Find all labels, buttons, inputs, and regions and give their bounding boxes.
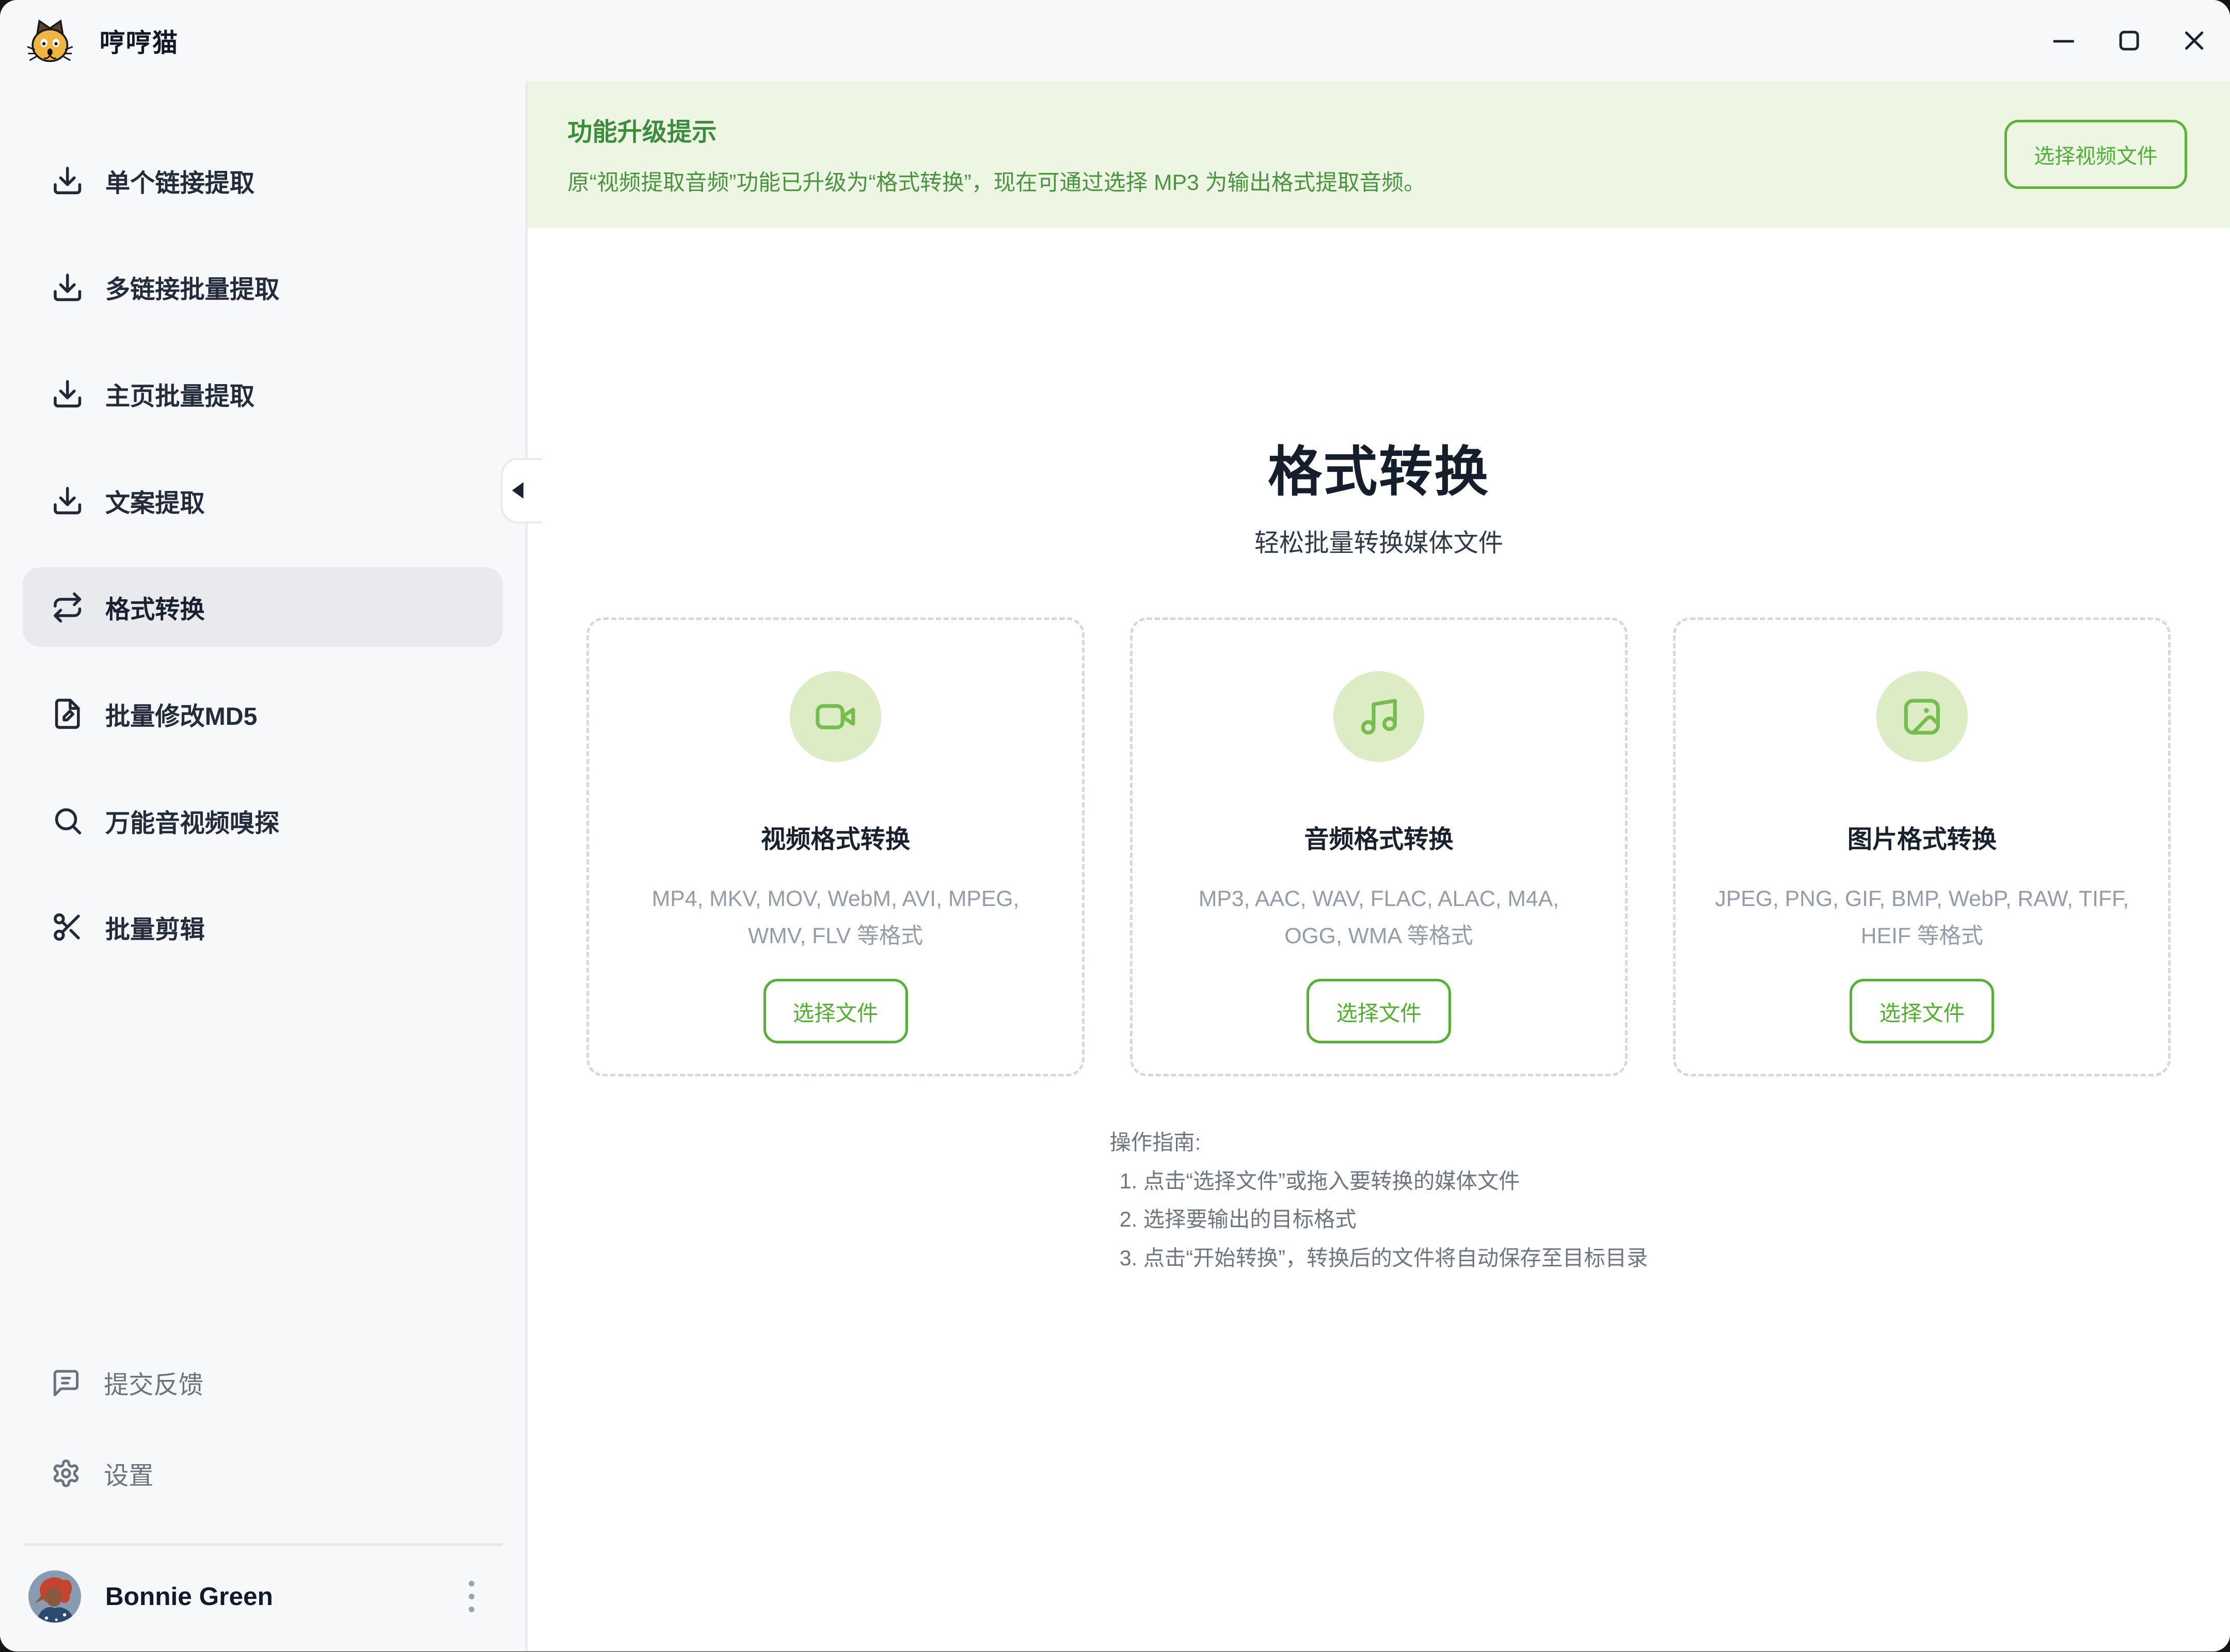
- maximize-button[interactable]: [2108, 17, 2151, 65]
- sidebar-item-label: 设置: [104, 1455, 153, 1491]
- feedback-icon: [51, 1368, 81, 1397]
- guide-step: 2. 选择要输出的目标格式: [1120, 1200, 1648, 1238]
- stage: 哼哼猫 单个链接提取: [0, 0, 2230, 1651]
- user-name: Bonnie Green: [105, 1581, 273, 1611]
- converter-cards: 视频格式转换 MP4, MKV, MOV, WebM, AVI, MPEG, W…: [528, 617, 2230, 1077]
- select-file-button-image[interactable]: 选择文件: [1850, 979, 1994, 1043]
- sidebar-item-label: 格式转换: [105, 589, 205, 625]
- banner-title: 功能升级提示: [567, 112, 1425, 148]
- sidebar-item-label: 多链接批量提取: [105, 269, 279, 305]
- app-title: 哼哼猫: [100, 22, 179, 59]
- image-convert-card[interactable]: 图片格式转换 JPEG, PNG, GIF, BMP, WebP, RAW, T…: [1673, 617, 2171, 1077]
- card-formats: JPEG, PNG, GIF, BMP, WebP, RAW, TIFF, HE…: [1676, 881, 2168, 955]
- banner-body: 原“视频提取音频”功能已升级为“格式转换”，现在可通过选择 MP3 为输出格式提…: [567, 165, 1425, 197]
- guide-step: 1. 点击“选择文件”或拖入要转换的媒体文件: [1120, 1162, 1648, 1200]
- sidebar-item-feedback[interactable]: 提交反馈: [23, 1348, 503, 1417]
- repeat-icon: [51, 591, 84, 624]
- sidebar-item-label: 文案提取: [105, 483, 205, 519]
- user-menu-kebab-icon[interactable]: [463, 1571, 480, 1621]
- scissors-icon: [51, 911, 84, 943]
- sidebar-item-label: 万能音视频嗅探: [105, 803, 279, 839]
- sidebar-item-label: 提交反馈: [104, 1364, 203, 1401]
- sidebar-item-multi-link-batch-extract[interactable]: 多链接批量提取: [23, 247, 503, 327]
- page-title: 格式转换: [528, 435, 2230, 509]
- sidebar-spacer: [0, 994, 525, 1348]
- sidebar-item-homepage-batch-extract[interactable]: 主页批量提取: [23, 354, 503, 434]
- sidebar-item-label: 主页批量提取: [105, 376, 254, 412]
- select-file-button-video[interactable]: 选择文件: [763, 979, 908, 1043]
- audio-icon-circle: [1333, 671, 1424, 762]
- guide-step: 3. 点击“开始转换”，转换后的文件将自动保存至目标目录: [1120, 1239, 1648, 1277]
- upgrade-banner: 功能升级提示 原“视频提取音频”功能已升级为“格式转换”，现在可通过选择 MP3…: [528, 81, 2230, 228]
- app-logo-cat-icon: [26, 17, 74, 65]
- app-window: 哼哼猫 单个链接提取: [0, 0, 2230, 1651]
- sidebar-item-universal-media-sniffer[interactable]: 万能音视频嗅探: [23, 781, 503, 860]
- user-profile: Bonnie Green: [0, 1546, 525, 1651]
- image-icon-circle: [1876, 671, 1967, 762]
- gear-icon: [51, 1458, 81, 1488]
- sidebar-item-batch-clip[interactable]: 批量剪辑: [23, 887, 503, 967]
- sidebar-item-batch-modify-md5[interactable]: 批量修改MD5: [23, 674, 503, 754]
- download-icon: [51, 484, 84, 517]
- music-note-icon: [1358, 695, 1400, 738]
- card-title: 图片格式转换: [1847, 819, 1997, 855]
- main-content: 功能升级提示 原“视频提取音频”功能已升级为“格式转换”，现在可通过选择 MP3…: [528, 81, 2230, 1651]
- sidebar-item-label: 单个链接提取: [105, 163, 254, 199]
- banner-texts: 功能升级提示 原“视频提取音频”功能已升级为“格式转换”，现在可通过选择 MP3…: [567, 112, 1425, 197]
- chevron-left-icon: [512, 482, 523, 499]
- sidebar: 单个链接提取 多链接批量提取 主页批量提取 文案提取 格式转换: [0, 81, 528, 1651]
- audio-convert-card[interactable]: 音频格式转换 MP3, AAC, WAV, FLAC, ALAC, M4A, O…: [1130, 617, 1628, 1077]
- window-controls: [2019, 17, 2216, 65]
- avatar: [28, 1570, 81, 1623]
- close-button[interactable]: [2173, 17, 2216, 65]
- sidebar-collapse-handle[interactable]: [501, 458, 542, 523]
- select-file-button-audio[interactable]: 选择文件: [1307, 979, 1451, 1043]
- video-convert-card[interactable]: 视频格式转换 MP4, MKV, MOV, WebM, AVI, MPEG, W…: [586, 617, 1084, 1077]
- title-bar: 哼哼猫: [0, 0, 2230, 81]
- video-icon-circle: [790, 671, 881, 762]
- sidebar-item-format-convert[interactable]: 格式转换: [23, 567, 503, 647]
- guide-title: 操作指南:: [1110, 1123, 1648, 1162]
- sidebar-item-settings[interactable]: 设置: [23, 1439, 503, 1507]
- minimize-button[interactable]: [2042, 17, 2085, 65]
- video-camera-icon: [814, 695, 857, 738]
- sidebar-item-label: 批量剪辑: [105, 909, 205, 945]
- sidebar-item-single-link-extract[interactable]: 单个链接提取: [23, 141, 503, 220]
- card-formats: MP4, MKV, MOV, WebM, AVI, MPEG, WMV, FLV…: [589, 881, 1081, 955]
- download-icon: [51, 164, 84, 197]
- sidebar-item-copy-extract[interactable]: 文案提取: [23, 461, 503, 541]
- download-icon: [51, 271, 84, 304]
- image-icon: [1901, 695, 1944, 738]
- search-icon: [51, 804, 84, 837]
- card-title: 音频格式转换: [1304, 819, 1453, 855]
- file-pen-icon: [51, 697, 84, 730]
- card-formats: MP3, AAC, WAV, FLAC, ALAC, M4A, OGG, WMA…: [1133, 881, 1625, 955]
- select-video-file-button[interactable]: 选择视频文件: [2004, 120, 2187, 189]
- operation-guide: 操作指南: 1. 点击“选择文件”或拖入要转换的媒体文件 2. 选择要输出的目标…: [1110, 1123, 1648, 1277]
- card-title: 视频格式转换: [761, 819, 910, 855]
- sidebar-nav: 单个链接提取 多链接批量提取 主页批量提取 文案提取 格式转换: [0, 81, 525, 994]
- page-subtitle: 轻松批量转换媒体文件: [528, 526, 2230, 560]
- sidebar-item-label: 批量修改MD5: [105, 696, 258, 732]
- download-icon: [51, 377, 84, 410]
